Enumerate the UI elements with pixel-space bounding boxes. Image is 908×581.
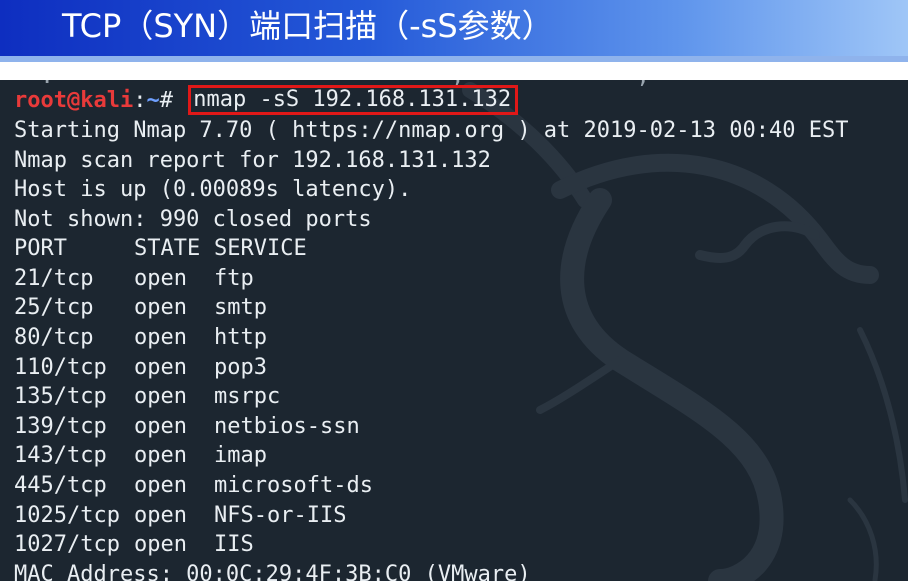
port-service: microsoft-ds [214,473,373,498]
prompt-colon: : [133,88,147,113]
port-row: 25/tcp open smtp [14,293,267,323]
slide-title: TCP（SYN）端口扫描（-sS参数） [62,7,554,45]
port-service: netbios-ssn [214,414,360,439]
port-number: 1027/tcp [14,532,120,557]
port-row: 1027/tcp open IIS [14,530,254,560]
command-highlight-box: nmap -sS 192.168.131.132 [188,85,519,115]
prompt-path: ~ [146,88,160,113]
port-number: 21/tcp [14,266,94,291]
port-row: 445/tcp open microsoft-ds [14,471,373,501]
port-service: NFS-or-IIS [214,503,347,528]
port-service: smtp [214,295,267,320]
prompt-line: root@kali:~# nmap -sS 192.168.131.132 [14,85,519,116]
port-state: open [134,532,187,557]
port-service: IIS [214,532,254,557]
port-row: 135/tcp open msrpc [14,382,280,412]
header-service: SERVICE [214,236,307,261]
port-number: 139/tcp [14,414,107,439]
header-port: PORT [14,236,67,261]
port-service: imap [214,443,267,468]
port-row: 80/tcp open http [14,323,267,353]
output-line: Host is up (0.00089s latency). [14,177,412,202]
header-state: STATE [134,236,201,261]
port-state: open [134,503,187,528]
port-state: open [134,355,187,380]
port-state: open [134,384,187,409]
terminal-window[interactable]: . , , root@kali:~# nmap -sS 192.168.131.… [0,80,908,581]
output-line: Not shown: 990 closed ports [14,207,372,232]
port-state: open [134,295,187,320]
port-service: pop3 [214,355,267,380]
port-number: 445/tcp [14,473,107,498]
port-row: 110/tcp open pop3 [14,353,267,383]
port-state: open [134,443,187,468]
port-service: http [214,325,267,350]
output-line: Nmap scan report for 192.168.131.132 [14,148,491,173]
port-number: 1025/tcp [14,503,120,528]
port-row: 1025/tcp open NFS-or-IIS [14,501,346,531]
prompt-user-host: root@kali [14,88,134,113]
port-service: msrpc [214,384,281,409]
port-table-header: PORT STATE SERVICE [14,234,307,264]
port-number: 143/tcp [14,443,107,468]
mac-address-line: MAC Address: 00:0C:29:4F:3B:C0 (VMware) [14,562,531,581]
output-line: Starting Nmap 7.70 ( https://nmap.org ) … [14,118,849,143]
port-number: 135/tcp [14,384,107,409]
port-service: ftp [214,266,254,291]
slide-header: TCP（SYN）端口扫描（-sS参数） [0,0,908,56]
port-row: 143/tcp open imap [14,441,267,471]
port-number: 80/tcp [14,325,94,350]
port-state: open [134,473,187,498]
port-row: 21/tcp open ftp [14,264,254,294]
header-gap [0,62,908,80]
prompt-symbol: # [159,88,187,113]
port-state: open [134,414,187,439]
port-row: 139/tcp open netbios-ssn [14,412,360,442]
command-text: nmap -sS 192.168.131.132 [193,87,512,112]
port-state: open [134,325,187,350]
port-number: 25/tcp [14,295,94,320]
port-state: open [134,266,187,291]
port-number: 110/tcp [14,355,107,380]
